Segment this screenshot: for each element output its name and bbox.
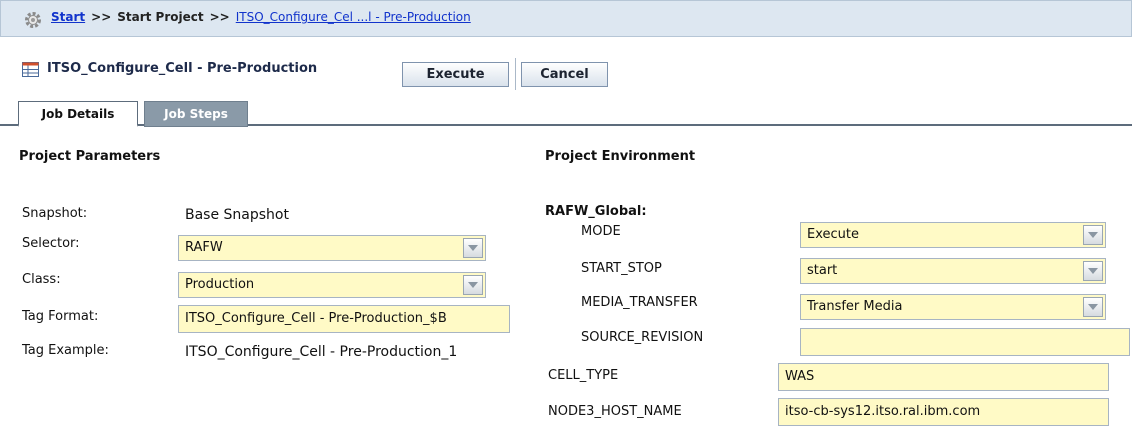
rafw-global-label: RAFW_Global: (545, 204, 647, 219)
tag-example-value: ITSO_Configure_Cell - Pre-Production_1 (185, 344, 458, 360)
tab-job-details[interactable]: Job Details (18, 101, 138, 127)
gear-icon (25, 12, 41, 28)
selector-select[interactable]: RAFW (178, 235, 486, 261)
selector-value: RAFW (185, 240, 223, 255)
class-select[interactable]: Production (178, 272, 486, 298)
node3-host-name-input[interactable]: itso-cb-sys12.itso.ral.ibm.com (778, 398, 1109, 426)
button-divider (515, 58, 516, 90)
cell-type-label: CELL_TYPE (548, 368, 619, 383)
mode-label: MODE (581, 224, 621, 239)
tag-format-input[interactable]: ITSO_Configure_Cell - Pre-Production_$B (178, 305, 510, 333)
node3-host-name-label: NODE3_HOST_NAME (548, 404, 682, 419)
chevron-down-icon[interactable] (1083, 225, 1103, 245)
media-transfer-label: MEDIA_TRANSFER (581, 295, 698, 310)
source-revision-label: SOURCE_REVISION (581, 330, 704, 345)
cell-type-input[interactable]: WAS (778, 363, 1109, 391)
breadcrumb-bar: Start >> Start Project >> ITSO_Configure_Cel… (0, 0, 1132, 37)
breadcrumb-start-project: Start Project (117, 10, 204, 24)
snapshot-label: Snapshot: (22, 206, 88, 221)
tab-bar: Job Details Job Steps (0, 98, 1132, 127)
chevron-down-icon[interactable] (463, 238, 483, 258)
start-stop-label: START_STOP (581, 261, 662, 276)
breadcrumb-separator: >> (209, 10, 230, 24)
snapshot-value: Base Snapshot (185, 207, 289, 223)
class-label: Class: (22, 272, 61, 287)
chevron-down-icon[interactable] (1083, 261, 1103, 281)
selector-label: Selector: (22, 236, 80, 251)
breadcrumb-start-link[interactable]: Start (51, 10, 85, 24)
tag-format-label: Tag Format: (22, 309, 99, 324)
start-stop-value: start (807, 263, 838, 278)
tab-job-steps[interactable]: Job Steps (144, 101, 248, 127)
table-icon (22, 62, 39, 77)
mode-value: Execute (807, 227, 859, 242)
page-title: ITSO_Configure_Cell - Pre-Production (47, 61, 318, 76)
source-revision-input[interactable] (800, 328, 1130, 356)
breadcrumb: Start >> Start Project >> ITSO_Configure_Cel… (51, 10, 471, 24)
chevron-down-icon[interactable] (463, 275, 483, 295)
breadcrumb-current-link[interactable]: ITSO_Configure_Cel ...l - Pre-Production (236, 10, 471, 24)
breadcrumb-separator: >> (91, 10, 112, 24)
start-stop-select[interactable]: start (800, 258, 1106, 284)
project-environment-heading: Project Environment (545, 149, 696, 164)
media-transfer-select[interactable]: Transfer Media (800, 294, 1106, 320)
execute-button[interactable]: Execute (402, 62, 509, 87)
tag-example-label: Tag Example: (22, 343, 109, 358)
project-parameters-heading: Project Parameters (19, 149, 161, 164)
mode-select[interactable]: Execute (800, 222, 1106, 248)
cancel-button[interactable]: Cancel (521, 62, 608, 87)
chevron-down-icon[interactable] (1083, 297, 1103, 317)
class-value: Production (185, 277, 255, 292)
media-transfer-value: Transfer Media (807, 299, 903, 314)
